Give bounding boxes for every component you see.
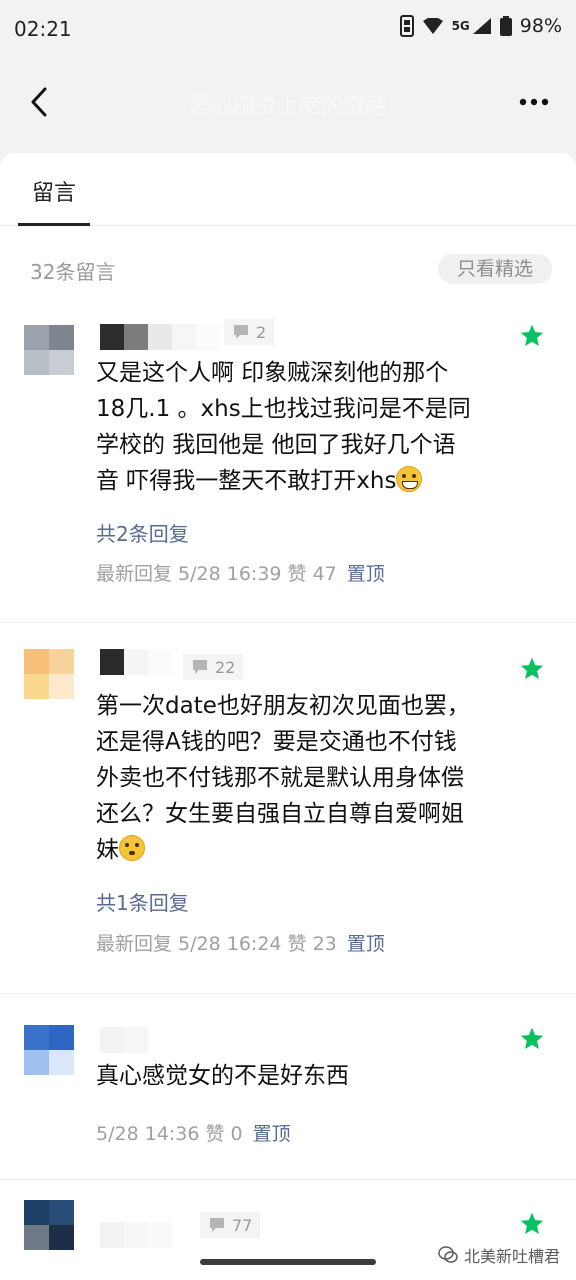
comment-item: 22 第一次date也好朋友初次见面也罢， 还是得A钱的吧？要是交通也不付钱 外… (0, 622, 576, 994)
page-title: 恶心精虫上脑的奇葩 (188, 94, 387, 119)
pin-button[interactable]: 置顶 (347, 563, 385, 585)
username-mosaic[interactable] (100, 1027, 148, 1053)
comment-text: 第一次date也好朋友初次见面也罢， 还是得A钱的吧？要是交通也不付钱 外卖也不… (96, 688, 496, 868)
reply-count: 2 (256, 322, 267, 342)
battery-level: 98% (519, 15, 562, 37)
battery-icon (499, 16, 512, 36)
comments-header: 32条留言 只看精选 (0, 225, 576, 311)
comment-meta: 最新回复 5/28 16:24 赞 23 置顶 (96, 929, 385, 956)
status-time: 02:21 (14, 17, 72, 41)
flushed-face-emoji (119, 835, 145, 861)
comment-bubble-icon (210, 1218, 224, 1232)
pin-button[interactable]: 置顶 (347, 933, 385, 955)
comment-line: 又是这个人啊 印象贼深刻他的那个 (96, 360, 449, 386)
tab-label: 留言 (31, 181, 76, 206)
view-replies-link[interactable]: 共1条回复 (96, 887, 189, 916)
meta-text: 5/28 14:36 赞 0 (96, 1123, 243, 1145)
comment-text: 真心感觉女的不是好东西 (96, 1058, 496, 1094)
more-horizontal-icon (519, 98, 549, 106)
status-bar: 02:21 5G 98% (0, 0, 576, 62)
comment-line: 还么？女生要自强自立自尊自爱啊姐 (96, 801, 464, 827)
wechat-logo-icon (438, 1246, 458, 1263)
username-mosaic[interactable] (100, 1222, 172, 1248)
meta-text: 最新回复 5/28 16:39 赞 47 (96, 563, 337, 585)
chevron-left-icon (31, 87, 47, 117)
star-icon[interactable] (519, 323, 545, 349)
pin-button[interactable]: 置顶 (253, 1123, 291, 1145)
avatar[interactable] (24, 1200, 74, 1250)
status-icons: 5G 98% (399, 15, 562, 37)
reply-count-badge: 77 (200, 1212, 261, 1238)
comment-line: 真心感觉女的不是好东西 (96, 1063, 349, 1089)
view-replies-link[interactable]: 共2条回复 (96, 518, 189, 547)
username-mosaic[interactable] (100, 649, 172, 675)
comment-line: 妹 (96, 837, 119, 863)
network-type: 5G (451, 19, 470, 33)
comment-text: 又是这个人啊 印象贼深刻他的那个 18几.1 。xhs上也找过我问是不是同 学校… (96, 355, 496, 499)
username-mosaic[interactable] (100, 324, 220, 350)
wifi-diamond-icon (422, 17, 444, 35)
back-button[interactable] (24, 84, 54, 120)
comment-meta: 最新回复 5/28 16:39 赞 47 置顶 (96, 559, 385, 586)
comment-count: 32条留言 (30, 260, 116, 284)
comment-item: 真心感觉女的不是好东西 5/28 14:36 赞 0 置顶 (0, 993, 576, 1180)
comment-line: 还是得A钱的吧？要是交通也不付钱 (96, 729, 457, 755)
grinning-face-emoji (396, 466, 423, 492)
star-icon[interactable] (519, 1026, 545, 1052)
avatar[interactable] (24, 649, 74, 699)
comment-bubble-icon (193, 660, 207, 674)
comment-item: 2 又是这个人啊 印象贼深刻他的那个 18几.1 。xhs上也找过我问是不是同 … (0, 311, 576, 623)
avatar[interactable] (24, 1025, 74, 1075)
cellular-signal-icon: 5G (452, 17, 492, 35)
comment-line: 学校的 我回他是 他回了我好几个语 (96, 432, 456, 458)
avatar[interactable] (24, 325, 74, 375)
nfc-icon (399, 15, 414, 37)
reply-count-badge: 22 (183, 654, 244, 680)
more-button[interactable] (518, 90, 550, 114)
reply-count-badge: 2 (224, 319, 275, 345)
comment-line: 18几.1 。xhs上也找过我问是不是同 (96, 396, 471, 422)
reply-count: 22 (215, 657, 236, 677)
comment-line: 外卖也不付钱那不就是默认用身体偿 (96, 765, 464, 791)
watermark: 北美新吐槽君 (438, 1243, 560, 1267)
comment-line: 第一次date也好朋友初次见面也罢， (96, 693, 470, 719)
reply-count: 77 (232, 1215, 253, 1235)
featured-only-button[interactable]: 只看精选 (438, 254, 552, 284)
tab-comments[interactable]: 留言 (18, 153, 90, 226)
watermark-text: 北美新吐槽君 (463, 1247, 560, 1266)
nav-bar: 恶心精虫上脑的奇葩 (0, 62, 576, 142)
meta-text: 最新回复 5/28 16:24 赞 23 (96, 933, 337, 955)
comment-bubble-icon (234, 325, 248, 339)
comment-meta: 5/28 14:36 赞 0 置顶 (96, 1119, 291, 1146)
comments-sheet: 留言 32条留言 只看精选 2 又是这个人啊 印象贼深刻他的那个 18几.1 。… (0, 153, 576, 1280)
star-icon[interactable] (519, 1211, 545, 1237)
tab-bar: 留言 (0, 153, 576, 226)
star-icon[interactable] (519, 656, 545, 682)
comment-line: 音 吓得我一整天不敢打开xhs (96, 468, 397, 494)
home-indicator[interactable] (200, 1259, 376, 1265)
